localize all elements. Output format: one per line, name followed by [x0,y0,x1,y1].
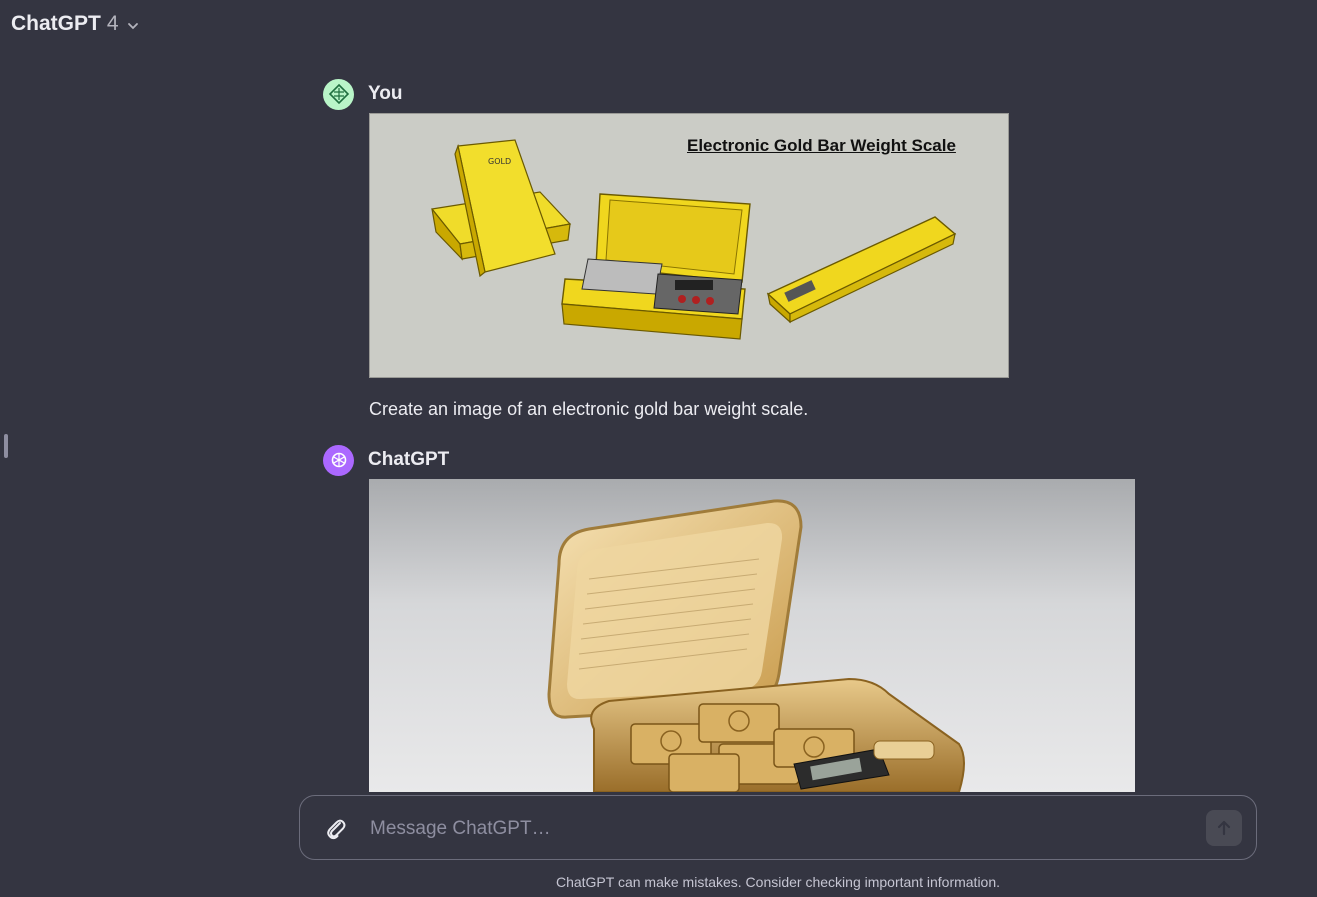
user-avatar [323,78,354,110]
sidebar-toggle-handle[interactable] [4,434,8,458]
disclaimer-text: ChatGPT can make mistakes. Consider chec… [555,874,1001,890]
chevron-down-icon [127,22,138,29]
image-caption: Electronic Gold Bar Weight Scale [687,136,956,155]
uploaded-image[interactable]: GOLD Electronic Gold Bar Weight Scale [369,113,1009,378]
message-text: Create an image of an electronic gold ba… [369,399,809,419]
message-composer [299,795,1257,860]
message-author: ChatGPT [368,449,450,470]
user-avatar-icon [328,83,349,105]
app-title: ChatGPT [11,12,101,35]
model-version: 4 [106,12,119,35]
generated-image[interactable] [369,479,1135,792]
arrow-up-icon [1217,820,1231,836]
model-selector[interactable]: ChatGPT 4 [11,12,139,36]
svg-text:GOLD: GOLD [488,157,511,166]
chatgpt-avatar [323,444,354,476]
send-button[interactable] [1206,810,1242,846]
paperclip-icon[interactable] [324,816,348,842]
message-author: You [368,83,403,104]
openai-logo-icon [331,452,346,468]
gold-scale-render [547,499,965,792]
message-input[interactable] [368,814,1192,844]
assistant-message: ChatGPT [323,444,1135,792]
user-message: You GOLD Electronic Gold Bar Weight Scal… [323,78,1009,420]
